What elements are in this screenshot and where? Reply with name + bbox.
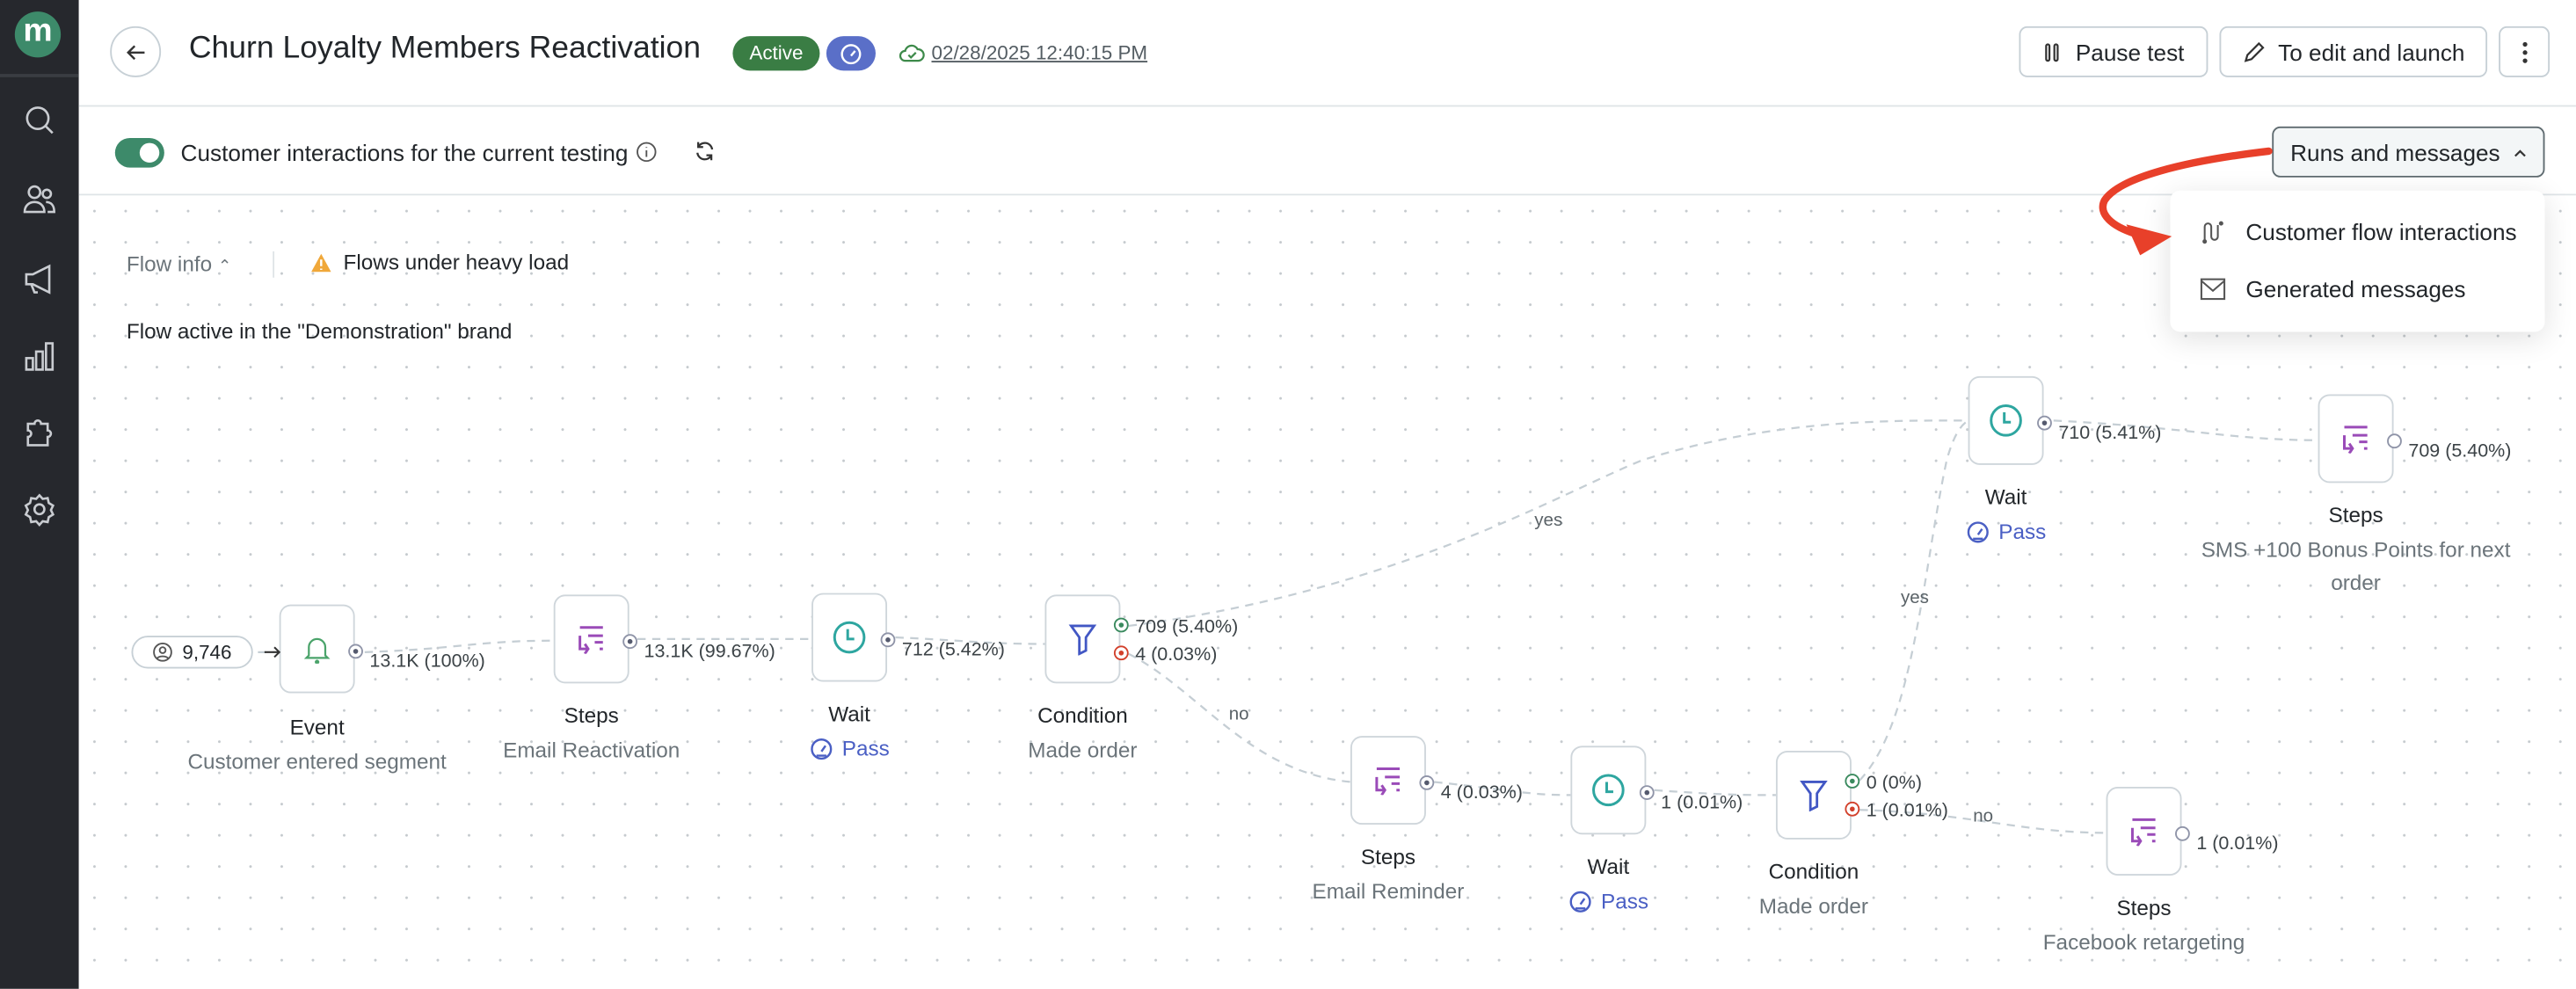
annotation-arrow bbox=[2099, 147, 2273, 256]
